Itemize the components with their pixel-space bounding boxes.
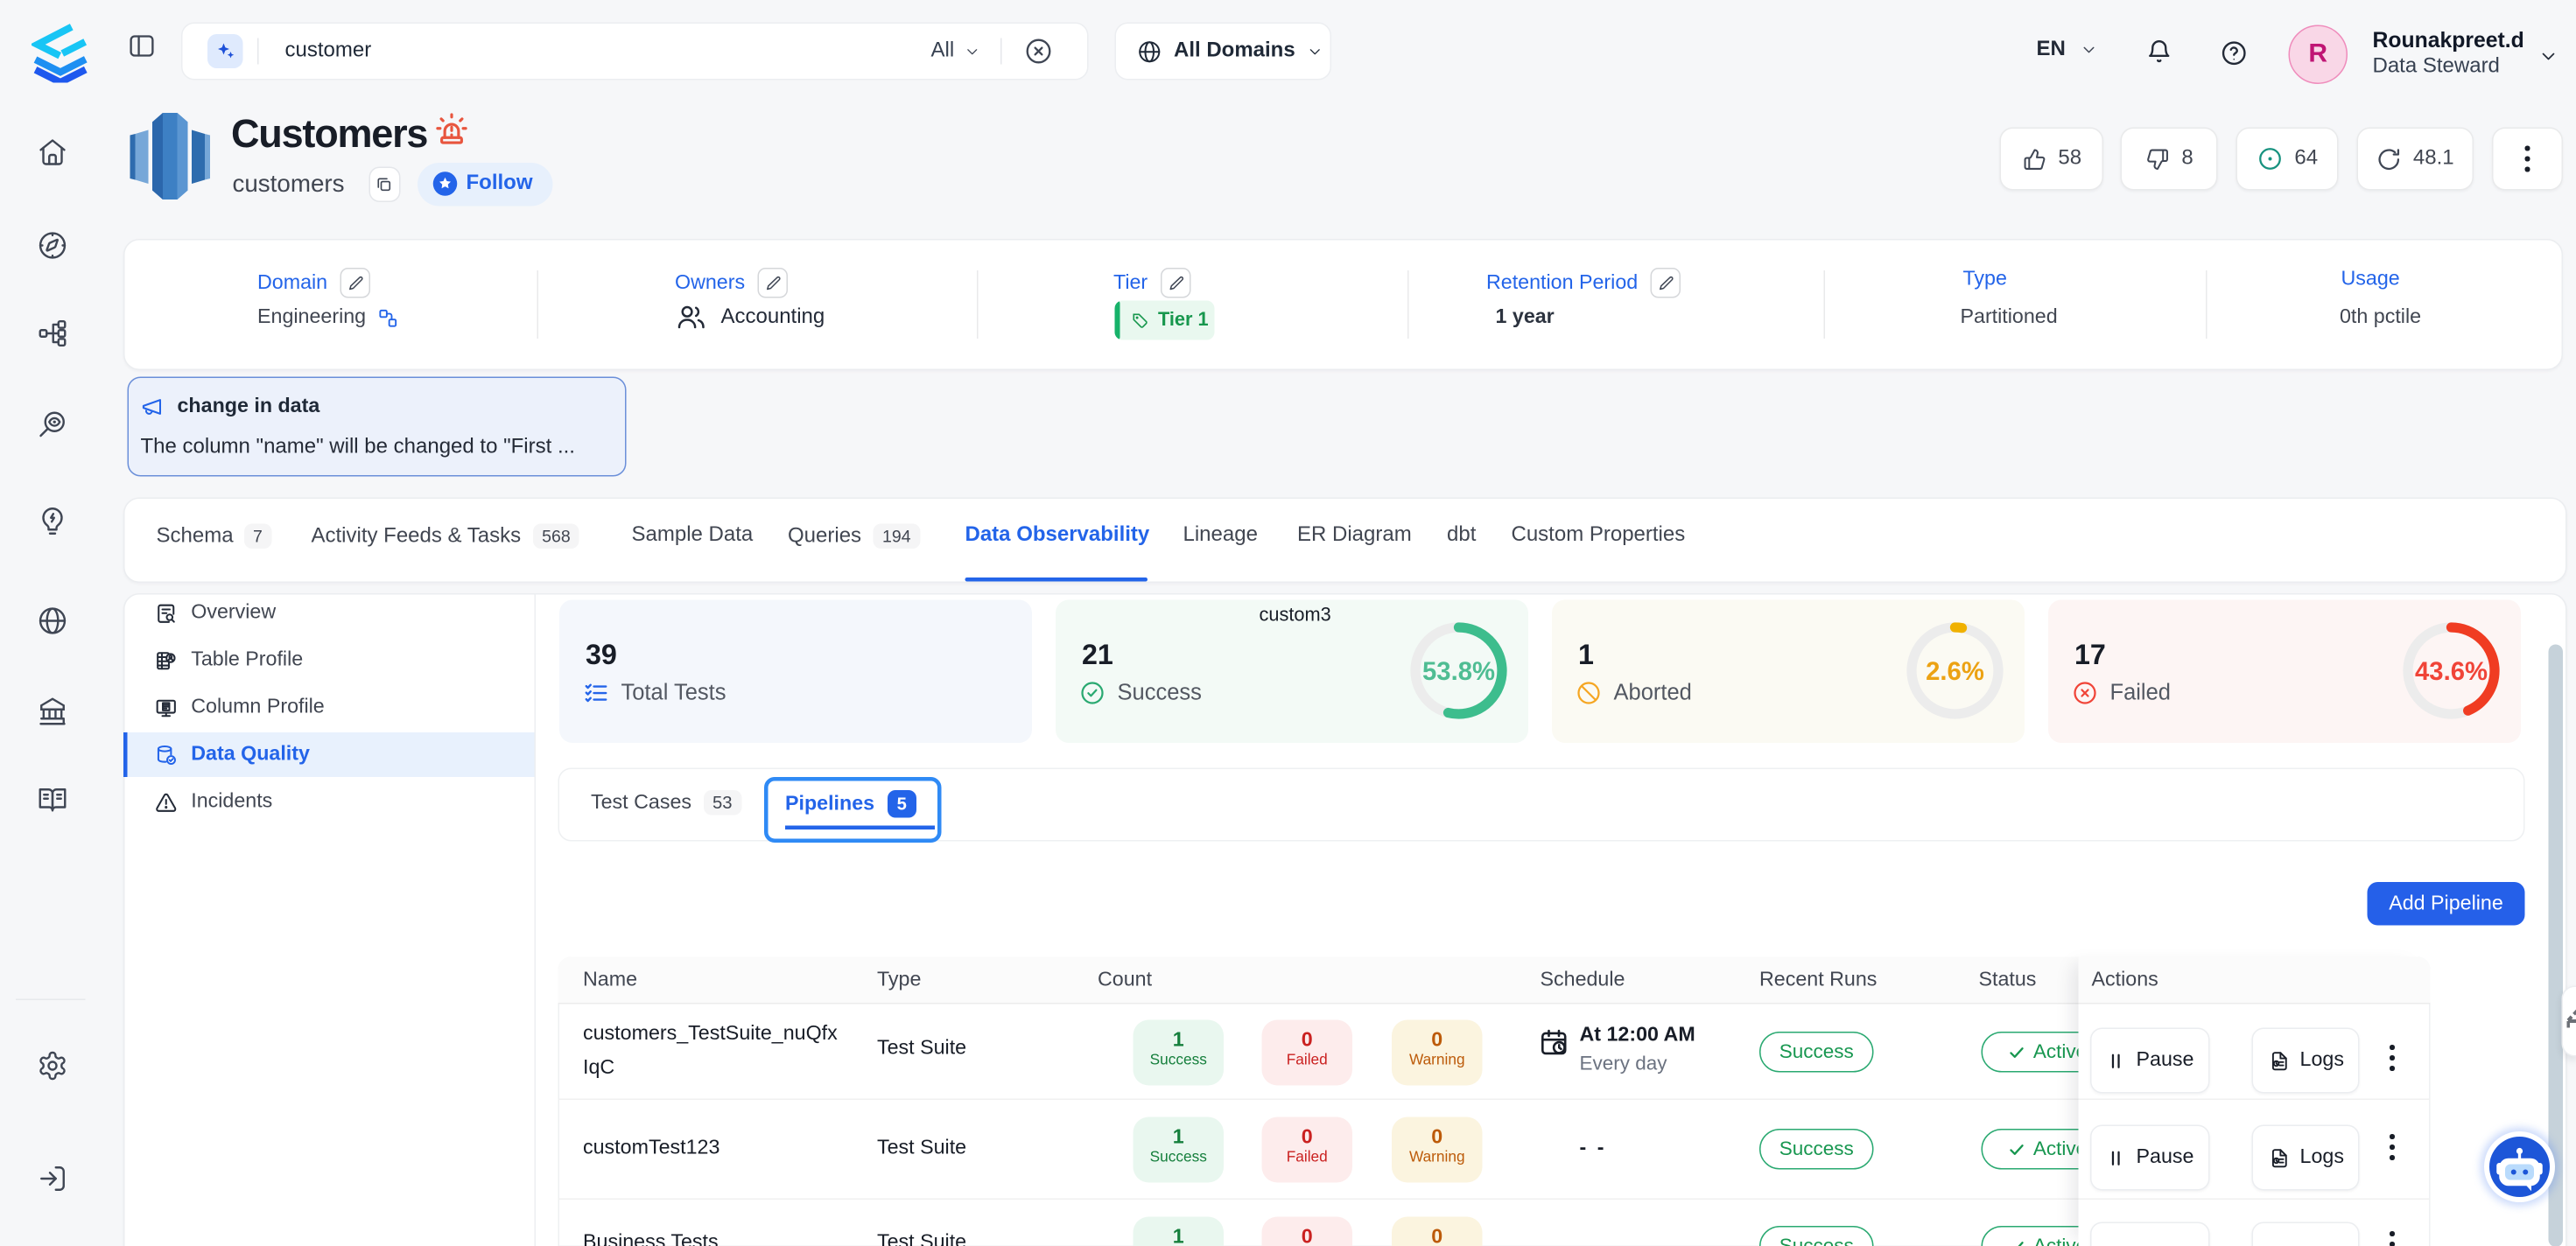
svg-text:2.6%: 2.6%	[1926, 658, 1984, 686]
svg-text:53.8%: 53.8%	[1422, 658, 1495, 686]
svg-text:43.6%: 43.6%	[2415, 658, 2488, 686]
